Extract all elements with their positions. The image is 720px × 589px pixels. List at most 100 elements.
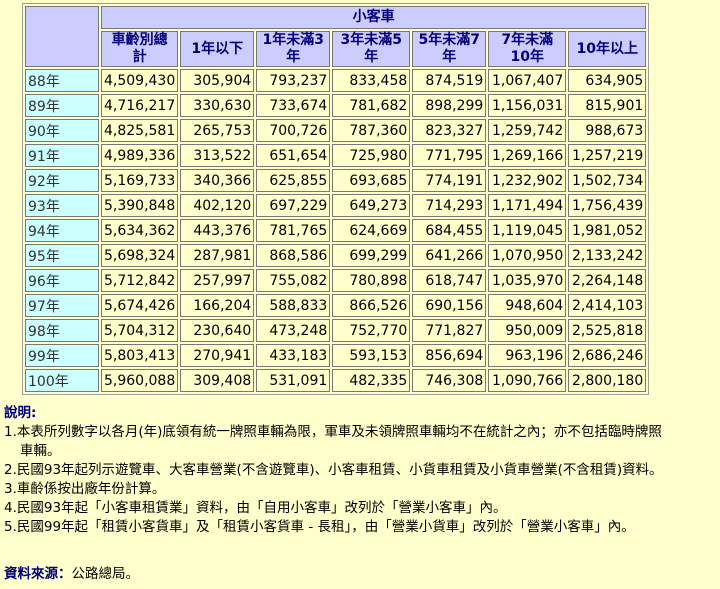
value-cell: 5,704,312 <box>101 319 179 342</box>
table-row: 96年 5,712,842 257,997 755,082 780,898 618,747… <box>25 269 647 292</box>
value-cell: 700,726 <box>256 119 331 142</box>
table-container: 小客車 車齡別總計 1年以下 1年未滿3 年 3年未滿5 年 5年未滿7 年 7年未滿 10年 10… <box>22 3 650 395</box>
value-cell: 1,259,742 <box>488 119 567 142</box>
table-row: 88年 4,509,430 305,904 793,237 833,458 874,519… <box>25 69 647 92</box>
value-cell: 950,009 <box>488 319 567 342</box>
value-cell: 443,376 <box>180 219 255 242</box>
value-cell: 793,237 <box>256 69 331 92</box>
year-cell: 94年 <box>25 219 99 242</box>
value-cell: 5,803,413 <box>101 344 179 367</box>
note-item: 2.民國93年起列示遊覽車、大客車營業(不含遊覽車)、小客車租賃、小貨車租賃及小… <box>4 461 716 480</box>
value-cell: 868,586 <box>256 244 331 267</box>
note-item: 5.民國99年起「租賃小客貨車」及「租賃小客貨車 - 長租」，由「營業小貨車」改… <box>4 518 716 537</box>
table-row: 91年 4,989,336 313,522 651,654 725,980 771,795… <box>25 144 647 167</box>
table-row: 97年 5,674,426 166,204 588,833 866,526 690,156… <box>25 294 647 317</box>
table-row: 99年 5,803,413 270,941 433,183 593,153 856,694… <box>25 344 647 367</box>
note-text: 5.民國99年起「租賃小客貨車」及「租賃小客貨車 - 長租」，由「營業小貨車」改… <box>4 519 635 535</box>
table-row: 90年 4,825,581 265,753 700,726 787,360 823,327… <box>25 119 647 142</box>
value-cell: 2,525,818 <box>568 319 647 342</box>
value-cell: 287,981 <box>180 244 255 267</box>
value-cell: 270,941 <box>180 344 255 367</box>
value-cell: 693,685 <box>332 169 411 192</box>
value-cell: 771,827 <box>412 319 487 342</box>
value-cell: 5,712,842 <box>101 269 179 292</box>
table-row: 98年 5,704,312 230,640 473,248 752,770 771,827… <box>25 319 647 342</box>
value-cell: 2,133,242 <box>568 244 647 267</box>
value-cell: 781,682 <box>332 94 411 117</box>
value-cell: 2,686,246 <box>568 344 647 367</box>
column-header: 7年未滿 10年 <box>488 31 567 67</box>
notes-section: 說明: 1.本表所列數字以各月(年)底領有統一牌照車輛為限，軍車及未領牌照車輛均… <box>4 404 716 537</box>
value-cell: 948,604 <box>488 294 567 317</box>
value-cell: 625,855 <box>256 169 331 192</box>
value-cell: 684,455 <box>412 219 487 242</box>
value-cell: 5,634,362 <box>101 219 179 242</box>
source-label: 資料來源 <box>4 566 58 582</box>
value-cell: 433,183 <box>256 344 331 367</box>
table-row: 93年 5,390,848 402,120 697,229 649,273 714,293… <box>25 194 647 217</box>
value-cell: 1,257,219 <box>568 144 647 167</box>
year-cell: 90年 <box>25 119 99 142</box>
year-cell: 98年 <box>25 319 99 342</box>
note-continuation: 車輛。 <box>20 443 61 459</box>
year-cell: 95年 <box>25 244 99 267</box>
value-cell: 5,960,088 <box>101 369 179 392</box>
value-cell: 166,204 <box>180 294 255 317</box>
value-cell: 833,458 <box>332 69 411 92</box>
value-cell: 1,502,734 <box>568 169 647 192</box>
value-cell: 309,408 <box>180 369 255 392</box>
column-header: 1年以下 <box>180 31 255 67</box>
value-cell: 1,119,045 <box>488 219 567 242</box>
column-header: 1年未滿3 年 <box>256 31 331 67</box>
value-cell: 874,519 <box>412 69 487 92</box>
year-cell: 96年 <box>25 269 99 292</box>
value-cell: 593,153 <box>332 344 411 367</box>
value-cell: 4,509,430 <box>101 69 179 92</box>
value-cell: 690,156 <box>412 294 487 317</box>
vehicle-age-table: 小客車 車齡別總計 1年以下 1年未滿3 年 3年未滿5 年 5年未滿7 年 7年未滿 10年 10… <box>22 3 650 395</box>
value-cell: 1,090,766 <box>488 369 567 392</box>
value-cell: 473,248 <box>256 319 331 342</box>
notes-title: 說明: <box>4 405 37 421</box>
value-cell: 641,266 <box>412 244 487 267</box>
value-cell: 1,067,407 <box>488 69 567 92</box>
value-cell: 752,770 <box>332 319 411 342</box>
note-text: 1.本表所列數字以各月(年)底領有統一牌照車輛為限，軍車及未領牌照車輛均不在統計… <box>4 424 662 440</box>
value-cell: 1,269,166 <box>488 144 567 167</box>
column-header-row: 車齡別總計 1年以下 1年未滿3 年 3年未滿5 年 5年未滿7 年 7年未滿 10年 10年以上 <box>25 31 647 67</box>
value-cell: 634,905 <box>568 69 647 92</box>
value-cell: 649,273 <box>332 194 411 217</box>
note-text: 4.民國93年起「小客車租賃業」資料，由「自用小客車」改列於「營業小客車」內。 <box>4 500 507 516</box>
value-cell: 305,904 <box>180 69 255 92</box>
table-row: 100年 5,960,088 309,408 531,091 482,335 746,30… <box>25 369 647 392</box>
value-cell: 781,765 <box>256 219 331 242</box>
value-cell: 5,674,426 <box>101 294 179 317</box>
value-cell: 5,169,733 <box>101 169 179 192</box>
value-cell: 725,980 <box>332 144 411 167</box>
value-cell: 780,898 <box>332 269 411 292</box>
value-cell: 330,630 <box>180 94 255 117</box>
value-cell: 733,674 <box>256 94 331 117</box>
column-header: 3年未滿5 年 <box>332 31 411 67</box>
value-cell: 815,901 <box>568 94 647 117</box>
value-cell: 1,171,494 <box>488 194 567 217</box>
value-cell: 2,264,148 <box>568 269 647 292</box>
column-header: 10年以上 <box>568 31 647 67</box>
group-header-row: 小客車 <box>25 6 647 67</box>
note-text: 3.車齡係按出廠年份計算。 <box>4 481 166 497</box>
value-cell: 1,232,902 <box>488 169 567 192</box>
value-cell: 699,299 <box>332 244 411 267</box>
value-cell: 714,293 <box>412 194 487 217</box>
value-cell: 1,756,439 <box>568 194 647 217</box>
value-cell: 963,196 <box>488 344 567 367</box>
year-cell: 91年 <box>25 144 99 167</box>
value-cell: 856,694 <box>412 344 487 367</box>
value-cell: 4,716,217 <box>101 94 179 117</box>
value-cell: 787,360 <box>332 119 411 142</box>
table-row: 92年 5,169,733 340,366 625,855 693,685 774,191… <box>25 169 647 192</box>
value-cell: 774,191 <box>412 169 487 192</box>
value-cell: 624,669 <box>332 219 411 242</box>
year-cell: 100年 <box>25 369 99 392</box>
value-cell: 1,156,031 <box>488 94 567 117</box>
year-cell: 88年 <box>25 69 99 92</box>
